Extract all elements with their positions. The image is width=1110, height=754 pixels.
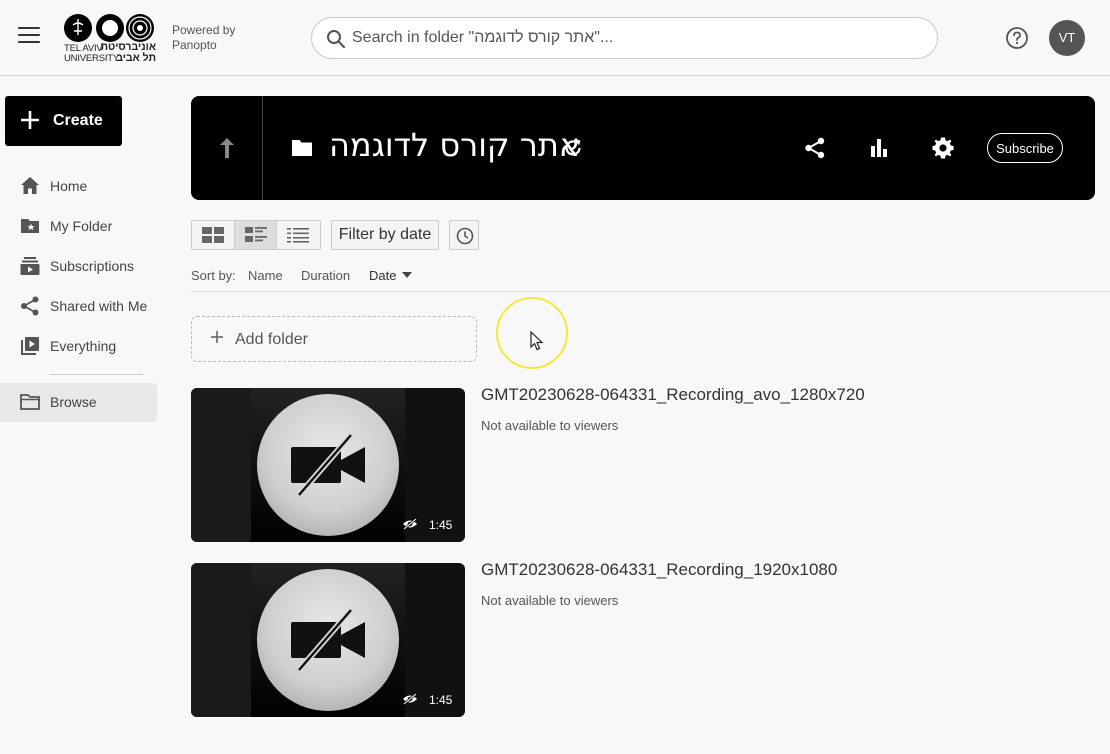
- session-duration: 1:45: [429, 693, 453, 707]
- video-off-icon: [291, 608, 365, 672]
- sidebar-item-browse[interactable]: Browse: [0, 383, 157, 422]
- sidebar-item-everything[interactable]: Everything: [0, 327, 157, 365]
- tel-aviv-university-logo[interactable]: TEL AVIV UNIVERSITY אוניברסיטת תל אביב: [64, 13, 156, 65]
- share-icon: [21, 296, 39, 316]
- parent-folder-button[interactable]: [191, 96, 263, 200]
- sort-divider: [191, 291, 1110, 292]
- powered-by-label: Powered by: [172, 23, 236, 37]
- session-thumbnail[interactable]: 1:45: [191, 563, 465, 717]
- folder-icon: [292, 140, 312, 156]
- mouse-pointer-icon: [530, 331, 544, 351]
- recent-sessions-button[interactable]: [449, 220, 479, 250]
- powered-by-panopto: Powered by Panopto: [172, 23, 235, 53]
- folder-title: אתר קורס לדוגמה: [329, 126, 581, 164]
- logo-text-hebrew: אוניברסיטת תל אביב: [100, 41, 156, 64]
- panopto-label: Panopto: [172, 38, 217, 52]
- video-off-icon: [291, 433, 365, 497]
- refresh-icon[interactable]: [562, 137, 584, 159]
- folder-icon: [20, 394, 40, 410]
- create-button[interactable]: Create: [5, 96, 122, 146]
- session-status: Not available to viewers: [481, 418, 619, 433]
- search-icon: [327, 30, 346, 49]
- thumbnail-letterbox: [191, 563, 251, 717]
- subscribe-button[interactable]: Subscribe: [987, 133, 1063, 163]
- sort-date-link[interactable]: Date: [369, 268, 396, 283]
- thumbnail-letterbox: [191, 388, 251, 542]
- detail-view-button[interactable]: [234, 221, 278, 249]
- help-icon[interactable]: [1006, 27, 1028, 49]
- session-thumbnail[interactable]: 1:45: [191, 388, 465, 542]
- share-icon[interactable]: [804, 137, 826, 159]
- create-label: Create: [53, 112, 103, 129]
- home-icon: [21, 177, 39, 194]
- sidebar-item-home[interactable]: Home: [0, 167, 157, 205]
- grid-view-icon: [202, 227, 224, 243]
- add-folder-button[interactable]: Add folder: [191, 316, 477, 362]
- eye-off-icon: [403, 518, 417, 530]
- caret-down-icon[interactable]: [402, 272, 412, 278]
- clock-icon: [456, 227, 474, 245]
- sort-by-label: Sort by:: [191, 268, 236, 283]
- arrow-up-icon: [220, 138, 234, 158]
- video-library-icon: [21, 337, 39, 355]
- detail-view-icon: [244, 227, 267, 242]
- sidebar-item-shared-with-me[interactable]: Shared with Me: [0, 287, 157, 325]
- sort-duration-link[interactable]: Duration: [301, 268, 350, 283]
- sidebar-item-label: Everything: [50, 338, 117, 354]
- folder-star-icon: [21, 219, 39, 233]
- search-input[interactable]: [352, 25, 922, 51]
- view-mode-group: [191, 220, 321, 250]
- plus-icon: [211, 331, 223, 343]
- sidebar-item-label: Browse: [50, 394, 97, 410]
- gear-icon[interactable]: [931, 136, 955, 160]
- list-view-icon: [287, 228, 310, 243]
- session-title-link[interactable]: GMT20230628-064331_Recording_1920x1080: [481, 560, 837, 580]
- user-avatar[interactable]: VT: [1049, 20, 1085, 56]
- logo-circles-icon: [64, 14, 154, 42]
- session-title-link[interactable]: GMT20230628-064331_Recording_avo_1280x72…: [481, 385, 865, 405]
- sidebar-item-label: My Folder: [50, 218, 113, 234]
- plus-icon: [21, 111, 39, 129]
- add-folder-label: Add folder: [235, 331, 308, 348]
- folder-header: אתר קורס לדוגמה Subscribe: [191, 96, 1095, 200]
- sidebar-item-label: Home: [50, 178, 88, 194]
- list-view-button[interactable]: [277, 221, 320, 249]
- session-duration: 1:45: [429, 518, 453, 532]
- filter-by-date-button[interactable]: Filter by date: [331, 220, 439, 250]
- stats-icon[interactable]: [868, 137, 890, 159]
- hamburger-menu-icon[interactable]: [18, 27, 40, 47]
- subscriptions-icon: [20, 257, 40, 275]
- thumbnail-view-button[interactable]: [192, 221, 235, 249]
- sidebar-divider: [50, 374, 143, 375]
- sidebar-item-subscriptions[interactable]: Subscriptions: [0, 247, 157, 285]
- top-bar: TEL AVIV UNIVERSITY אוניברסיטת תל אביב P…: [0, 0, 1110, 76]
- sort-name-link[interactable]: Name: [248, 268, 283, 283]
- sidebar-item-my-folder[interactable]: My Folder: [0, 207, 157, 245]
- sidebar-item-label: Shared with Me: [50, 298, 148, 314]
- eye-off-icon: [403, 693, 417, 705]
- session-status: Not available to viewers: [481, 593, 619, 608]
- search-box[interactable]: [311, 17, 938, 59]
- sidebar-item-label: Subscriptions: [50, 258, 135, 274]
